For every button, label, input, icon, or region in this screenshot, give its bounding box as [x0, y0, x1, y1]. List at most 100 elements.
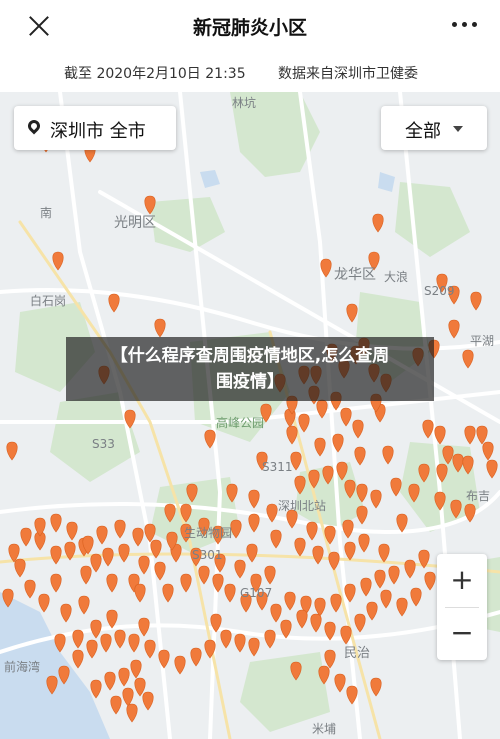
case-marker-pin[interactable] — [104, 671, 116, 691]
case-marker-pin[interactable] — [78, 595, 90, 615]
case-marker-pin[interactable] — [14, 558, 26, 578]
case-marker-pin[interactable] — [114, 629, 126, 649]
case-marker-pin[interactable] — [230, 519, 242, 539]
case-marker-pin[interactable] — [180, 573, 192, 593]
case-marker-pin[interactable] — [486, 459, 498, 479]
case-marker-pin[interactable] — [286, 425, 298, 445]
case-marker-pin[interactable] — [144, 523, 156, 543]
case-marker-pin[interactable] — [224, 583, 236, 603]
case-marker-pin[interactable] — [198, 565, 210, 585]
case-marker-pin[interactable] — [234, 559, 246, 579]
case-marker-pin[interactable] — [334, 673, 346, 693]
case-marker-pin[interactable] — [464, 425, 476, 445]
case-marker-pin[interactable] — [234, 633, 246, 653]
case-marker-pin[interactable] — [354, 446, 366, 466]
case-marker-pin[interactable] — [246, 543, 258, 563]
case-marker-pin[interactable] — [380, 589, 392, 609]
case-marker-pin[interactable] — [154, 318, 166, 338]
case-marker-pin[interactable] — [370, 489, 382, 509]
case-marker-pin[interactable] — [356, 505, 368, 525]
case-marker-pin[interactable] — [296, 609, 308, 629]
case-marker-pin[interactable] — [138, 617, 150, 637]
case-marker-pin[interactable] — [90, 679, 102, 699]
case-marker-pin[interactable] — [220, 629, 232, 649]
case-marker-pin[interactable] — [118, 667, 130, 687]
case-marker-pin[interactable] — [248, 637, 260, 657]
case-marker-pin[interactable] — [310, 613, 322, 633]
case-marker-pin[interactable] — [50, 513, 62, 533]
case-marker-pin[interactable] — [328, 551, 340, 571]
case-marker-pin[interactable] — [162, 583, 174, 603]
case-marker-pin[interactable] — [138, 555, 150, 575]
case-marker-pin[interactable] — [144, 639, 156, 659]
more-options-icon[interactable] — [452, 22, 478, 28]
case-marker-pin[interactable] — [96, 525, 108, 545]
case-marker-pin[interactable] — [388, 565, 400, 585]
case-marker-pin[interactable] — [404, 559, 416, 579]
case-marker-pin[interactable] — [344, 541, 356, 561]
case-marker-pin[interactable] — [382, 445, 394, 465]
case-marker-pin[interactable] — [360, 577, 372, 597]
case-marker-pin[interactable] — [134, 583, 146, 603]
case-marker-pin[interactable] — [60, 603, 72, 623]
case-marker-pin[interactable] — [106, 573, 118, 593]
case-marker-pin[interactable] — [142, 691, 154, 711]
case-marker-pin[interactable] — [312, 545, 324, 565]
case-marker-pin[interactable] — [370, 677, 382, 697]
case-marker-pin[interactable] — [374, 569, 386, 589]
case-marker-pin[interactable] — [270, 529, 282, 549]
case-marker-pin[interactable] — [264, 629, 276, 649]
case-marker-pin[interactable] — [6, 441, 18, 461]
case-marker-pin[interactable] — [264, 565, 276, 585]
case-marker-pin[interactable] — [314, 597, 326, 617]
case-marker-pin[interactable] — [346, 303, 358, 323]
case-marker-pin[interactable] — [270, 603, 282, 623]
case-marker-pin[interactable] — [86, 639, 98, 659]
case-marker-pin[interactable] — [340, 407, 352, 427]
map-canvas[interactable]: 林坑 光明区 龙华区 大浪 南 白石岗 S33 S311 高峰公园 生动物园 S… — [0, 92, 500, 739]
case-marker-pin[interactable] — [106, 609, 118, 629]
case-marker-pin[interactable] — [366, 601, 378, 621]
case-marker-pin[interactable] — [128, 633, 140, 653]
case-marker-pin[interactable] — [52, 251, 64, 271]
city-selector-button[interactable]: 深圳市 全市 — [14, 106, 176, 150]
case-marker-pin[interactable] — [378, 543, 390, 563]
case-marker-pin[interactable] — [248, 513, 260, 533]
case-marker-pin[interactable] — [448, 319, 460, 339]
case-marker-pin[interactable] — [100, 633, 112, 653]
case-marker-pin[interactable] — [72, 649, 84, 669]
case-marker-pin[interactable] — [72, 629, 84, 649]
case-marker-pin[interactable] — [38, 593, 50, 613]
case-marker-pin[interactable] — [90, 553, 102, 573]
case-marker-pin[interactable] — [352, 419, 364, 439]
case-marker-pin[interactable] — [354, 613, 366, 633]
case-marker-pin[interactable] — [102, 547, 114, 567]
case-marker-pin[interactable] — [476, 425, 488, 445]
case-marker-pin[interactable] — [24, 579, 36, 599]
case-marker-pin[interactable] — [306, 521, 318, 541]
case-marker-pin[interactable] — [284, 591, 296, 611]
case-marker-pin[interactable] — [298, 413, 310, 433]
case-marker-pin[interactable] — [190, 647, 202, 667]
case-marker-pin[interactable] — [110, 695, 122, 715]
case-marker-pin[interactable] — [114, 519, 126, 539]
case-marker-pin[interactable] — [122, 687, 134, 707]
case-marker-pin[interactable] — [396, 597, 408, 617]
case-marker-pin[interactable] — [66, 521, 78, 541]
case-marker-pin[interactable] — [462, 349, 474, 369]
case-marker-pin[interactable] — [248, 489, 260, 509]
filter-dropdown[interactable]: 全部 — [381, 106, 487, 150]
case-marker-pin[interactable] — [342, 519, 354, 539]
case-marker-pin[interactable] — [20, 527, 32, 547]
case-marker-pin[interactable] — [158, 649, 170, 669]
case-marker-pin[interactable] — [396, 513, 408, 533]
case-marker-pin[interactable] — [324, 649, 336, 669]
case-marker-pin[interactable] — [470, 291, 482, 311]
zoom-out-button[interactable]: − — [437, 607, 487, 660]
case-marker-pin[interactable] — [358, 533, 370, 553]
case-marker-pin[interactable] — [50, 573, 62, 593]
zoom-in-button[interactable]: + — [437, 554, 487, 607]
case-marker-pin[interactable] — [118, 543, 130, 563]
case-marker-pin[interactable] — [372, 213, 384, 233]
case-marker-pin[interactable] — [424, 571, 436, 591]
